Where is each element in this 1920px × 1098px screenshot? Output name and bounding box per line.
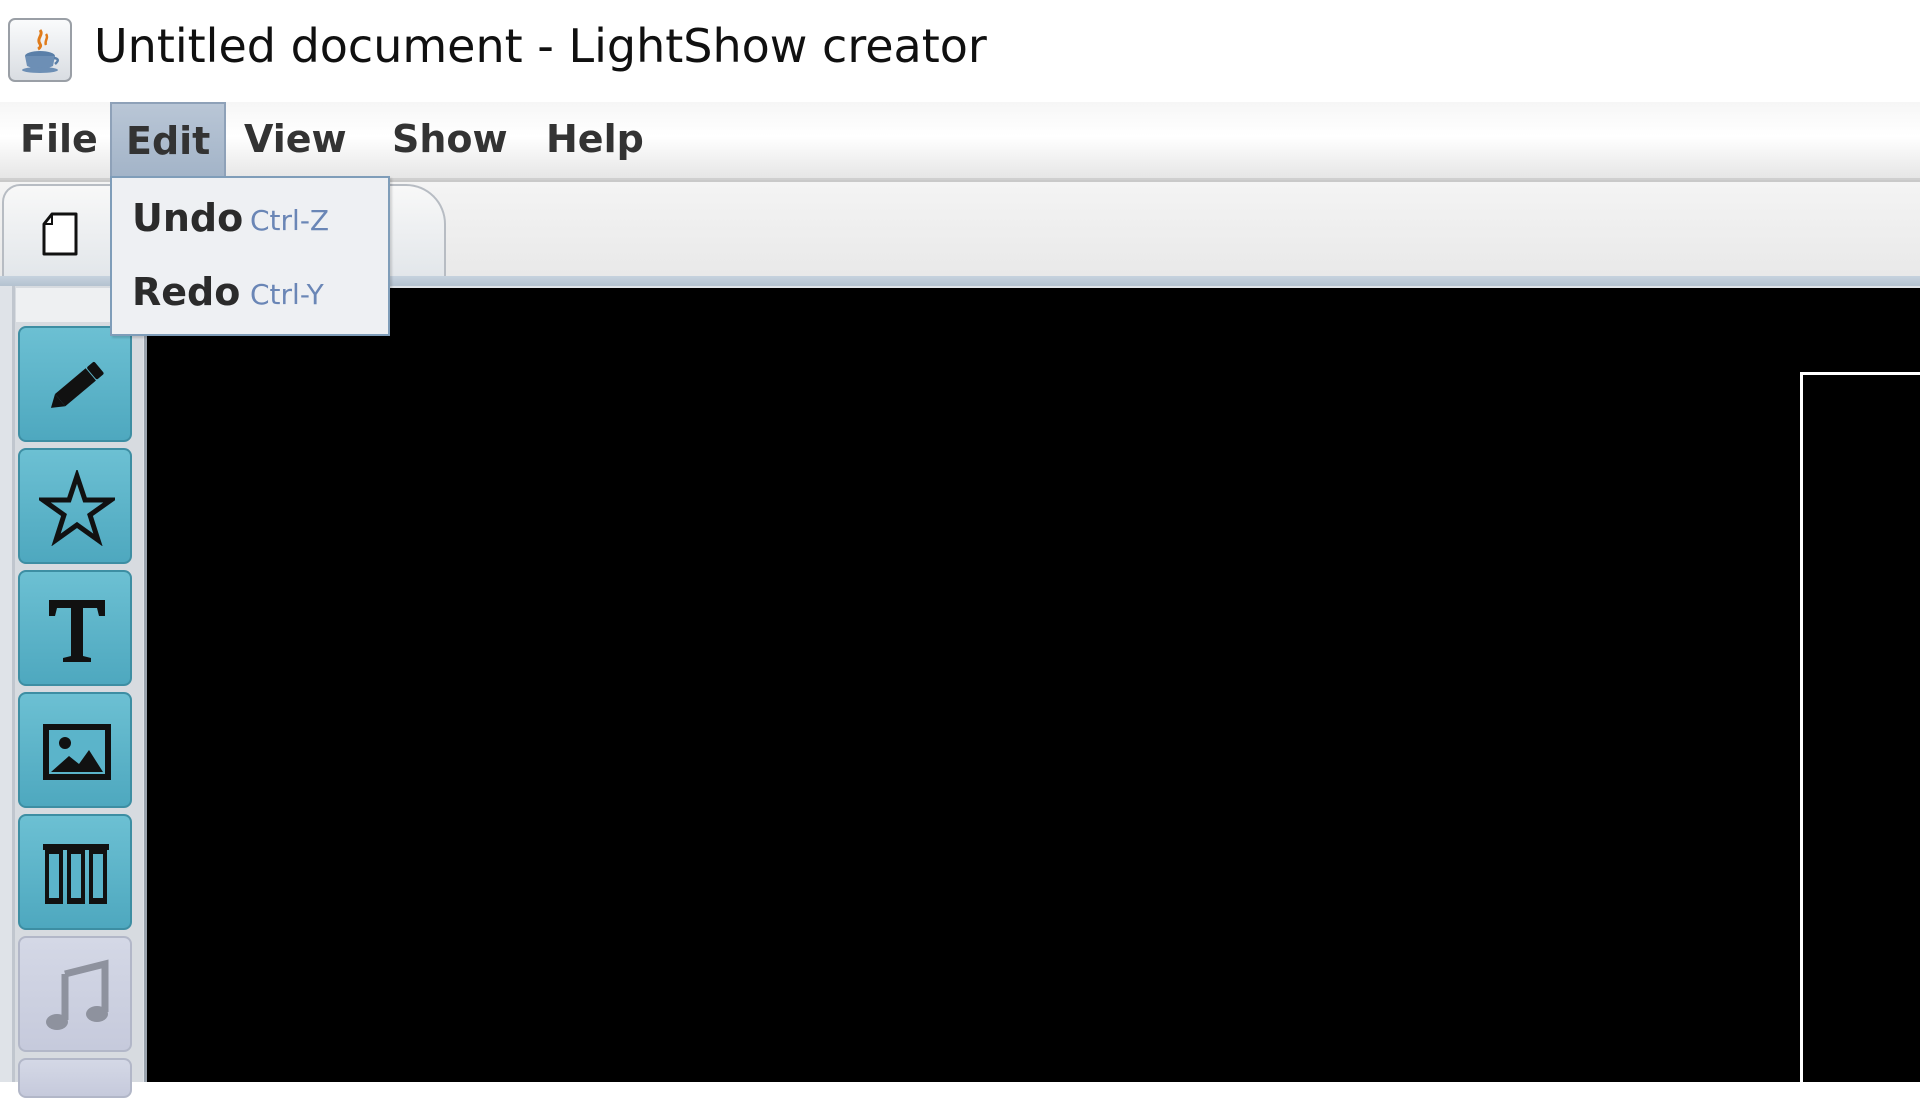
menu-edit[interactable]: Edit — [110, 102, 227, 176]
show-canvas[interactable] — [144, 288, 1920, 1082]
document-icon — [42, 212, 78, 256]
title-bar: Untitled document - LightShow creator — [0, 0, 1920, 102]
image-icon — [43, 724, 111, 780]
redo-menu-item[interactable]: Redo Ctrl-Y — [112, 256, 388, 328]
pencil-icon — [50, 362, 104, 408]
editor-area — [0, 286, 1920, 1098]
undo-menu-item[interactable]: Undo Ctrl-Z — [112, 182, 388, 254]
redo-shortcut: Ctrl-Y — [250, 278, 324, 311]
text-tool-button[interactable] — [18, 570, 132, 686]
library-icon — [43, 844, 109, 904]
menu-help[interactable]: Help — [534, 102, 656, 176]
menu-show[interactable]: Show — [380, 102, 520, 176]
star-icon — [39, 470, 115, 546]
canvas-stage-frame — [1800, 372, 1920, 1092]
music-note-icon — [46, 959, 109, 1030]
image-tool-button[interactable] — [18, 692, 132, 808]
menu-bar: File Edit View Show Help — [0, 102, 1920, 180]
next-tool-button[interactable] — [18, 1058, 132, 1098]
redo-label: Redo — [132, 270, 241, 314]
music-tool-button[interactable] — [18, 936, 132, 1052]
undo-shortcut: Ctrl-Z — [250, 204, 330, 237]
text-icon — [49, 600, 105, 662]
pencil-tool-button[interactable] — [18, 326, 132, 442]
menu-view[interactable]: View — [232, 102, 359, 176]
menu-file[interactable]: File — [8, 102, 110, 176]
edit-menu-dropdown: Undo Ctrl-Z Redo Ctrl-Y — [110, 176, 390, 336]
window-title: Untitled document - LightShow creator — [94, 19, 987, 73]
undo-label: Undo — [132, 196, 244, 240]
library-tool-button[interactable] — [18, 814, 132, 930]
java-cup-icon[interactable] — [8, 18, 72, 82]
star-tool-button[interactable] — [18, 448, 132, 564]
